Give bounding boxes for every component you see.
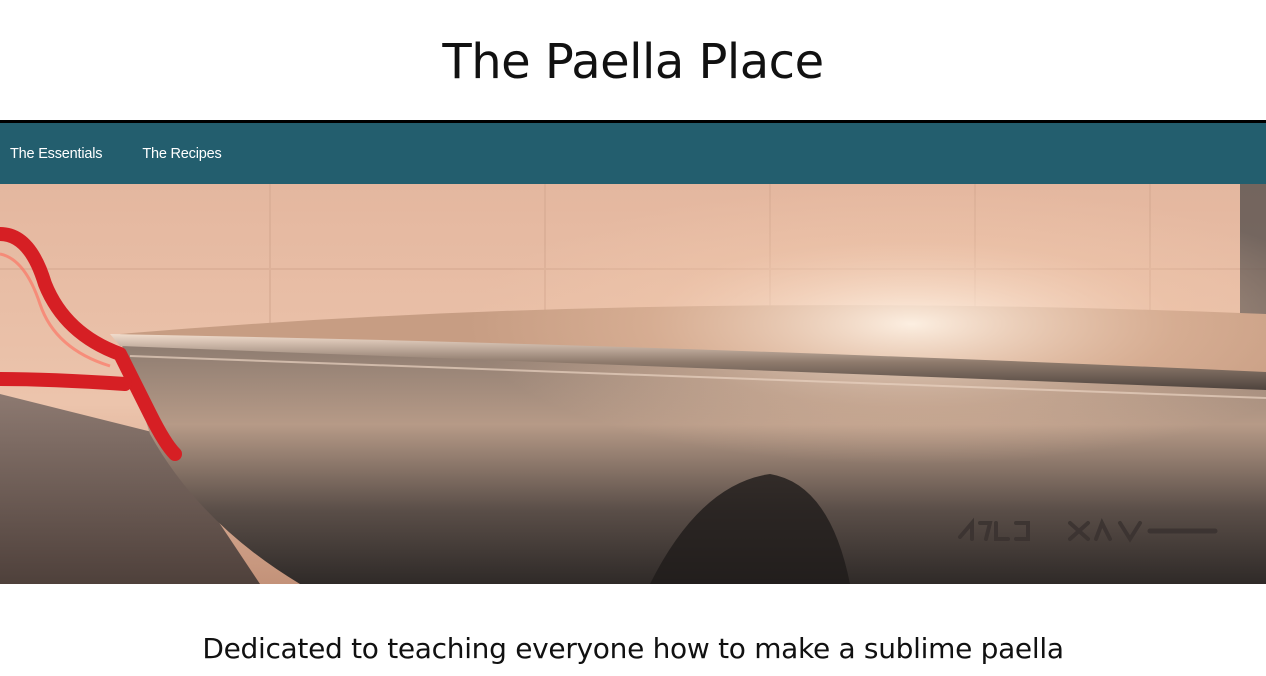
nav-link-essentials[interactable]: The Essentials [10, 146, 103, 162]
main-navigation: The Essentials The Recipes [0, 120, 1266, 184]
site-title: The Paella Place [442, 34, 824, 90]
tagline: Dedicated to teaching everyone how to ma… [202, 632, 1064, 665]
site-header: The Paella Place [0, 0, 1266, 120]
paella-pan-photo [0, 184, 1266, 584]
nav-link-recipes[interactable]: The Recipes [142, 146, 221, 162]
hero-image [0, 184, 1266, 584]
